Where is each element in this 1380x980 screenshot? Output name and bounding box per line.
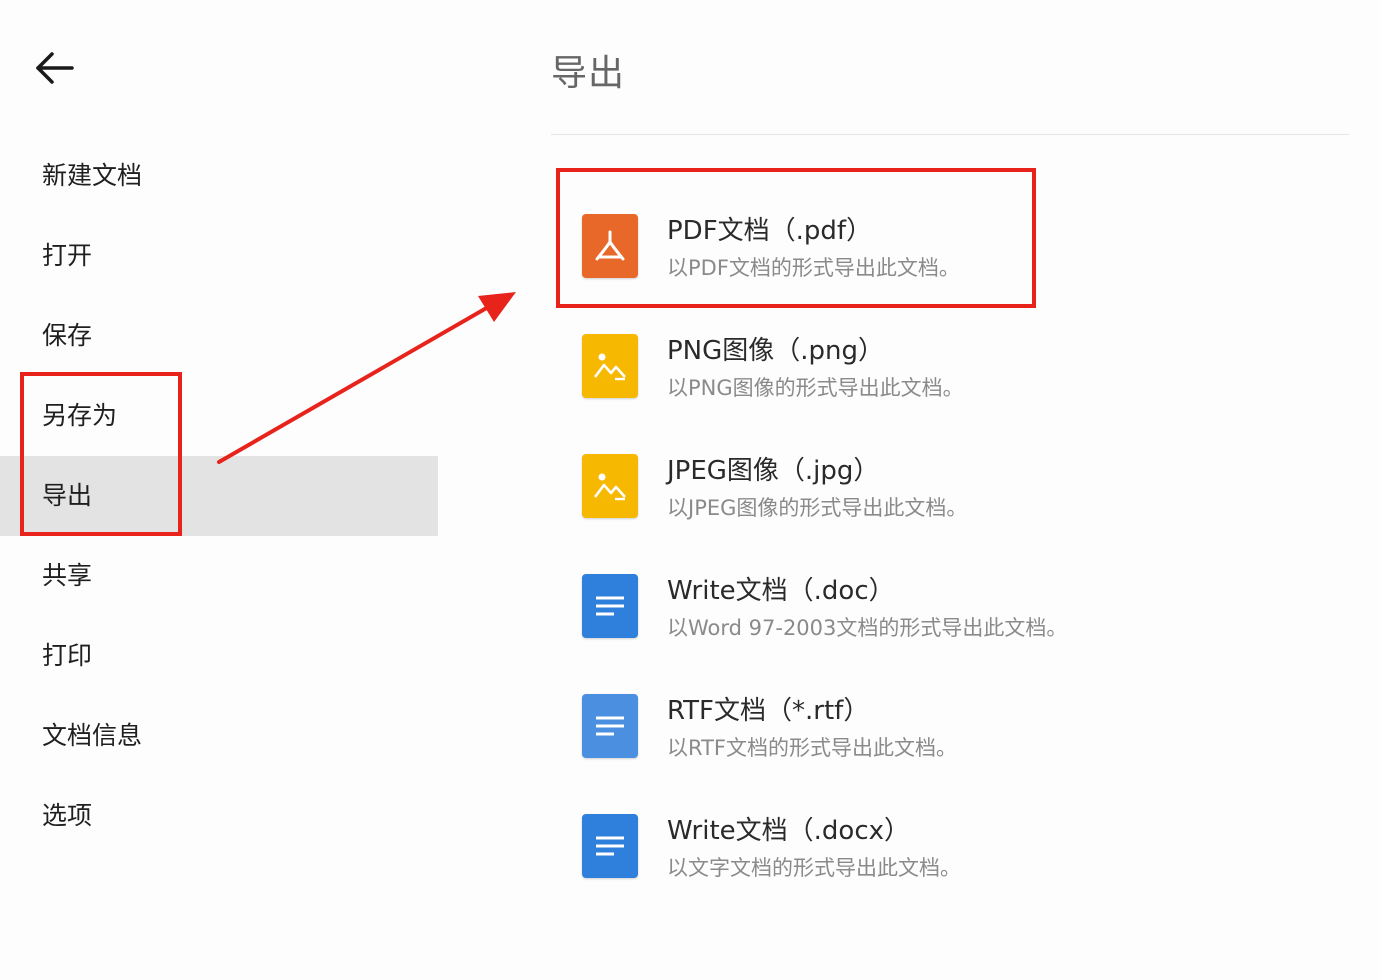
document-icon — [582, 694, 638, 758]
sidebar-item-new-document[interactable]: 新建文档 — [0, 136, 438, 216]
export-option-title: PDF文档（.pdf） — [667, 216, 873, 246]
export-option-description: 以Word 97-2003文档的形式导出此文档。 — [667, 616, 1068, 640]
export-option-png[interactable]: PNG图像（.png） 以PNG图像的形式导出此文档。 — [558, 300, 1338, 420]
pdf-icon — [582, 214, 638, 278]
export-option-title: Write文档（.docx） — [667, 816, 911, 846]
export-option-description: 以JPEG图像的形式导出此文档。 — [667, 496, 968, 520]
page-title: 导出 — [551, 53, 626, 94]
export-option-jpeg[interactable]: JPEG图像（.jpg） 以JPEG图像的形式导出此文档。 — [558, 420, 1338, 540]
export-option-description: 以PDF文档的形式导出此文档。 — [667, 256, 960, 280]
export-option-title: RTF文档（*.rtf） — [667, 696, 870, 726]
sidebar-item-document-info[interactable]: 文档信息 — [0, 696, 438, 776]
export-option-title: Write文档（.doc） — [667, 576, 895, 606]
image-icon — [582, 454, 638, 518]
export-option-title: JPEG图像（.jpg） — [667, 456, 880, 486]
export-option-description: 以RTF文档的形式导出此文档。 — [667, 736, 957, 760]
export-option-title: PNG图像（.png） — [667, 336, 885, 366]
document-icon — [582, 814, 638, 878]
export-option-rtf[interactable]: RTF文档（*.rtf） 以RTF文档的形式导出此文档。 — [558, 660, 1338, 780]
arrow-left-icon — [36, 52, 74, 84]
image-icon — [582, 334, 638, 398]
export-option-description: 以PNG图像的形式导出此文档。 — [667, 376, 964, 400]
sidebar-menu: 新建文档 打开 保存 另存为 导出 共享 打印 文档信息 选项 — [0, 136, 438, 856]
export-option-pdf[interactable]: PDF文档（.pdf） 以PDF文档的形式导出此文档。 — [558, 180, 1338, 300]
document-icon — [582, 574, 638, 638]
export-page: 新建文档 打开 保存 另存为 导出 共享 打印 文档信息 选项 导出 PDF文档… — [0, 0, 1380, 980]
sidebar-item-open[interactable]: 打开 — [0, 216, 438, 296]
export-option-doc[interactable]: Write文档（.doc） 以Word 97-2003文档的形式导出此文档。 — [558, 540, 1338, 660]
sidebar-item-save-as[interactable]: 另存为 — [0, 376, 438, 456]
back-button[interactable] — [30, 46, 78, 90]
sidebar-item-print[interactable]: 打印 — [0, 616, 438, 696]
sidebar-item-options[interactable]: 选项 — [0, 776, 438, 856]
sidebar-item-share[interactable]: 共享 — [0, 536, 438, 616]
title-divider — [551, 134, 1349, 135]
sidebar-item-export[interactable]: 导出 — [0, 456, 438, 536]
export-options-list: PDF文档（.pdf） 以PDF文档的形式导出此文档。 PNG图像（.png） … — [558, 180, 1338, 900]
export-option-description: 以文字文档的形式导出此文档。 — [667, 856, 961, 880]
sidebar-item-save[interactable]: 保存 — [0, 296, 438, 376]
export-option-docx[interactable]: Write文档（.docx） 以文字文档的形式导出此文档。 — [558, 780, 1338, 900]
